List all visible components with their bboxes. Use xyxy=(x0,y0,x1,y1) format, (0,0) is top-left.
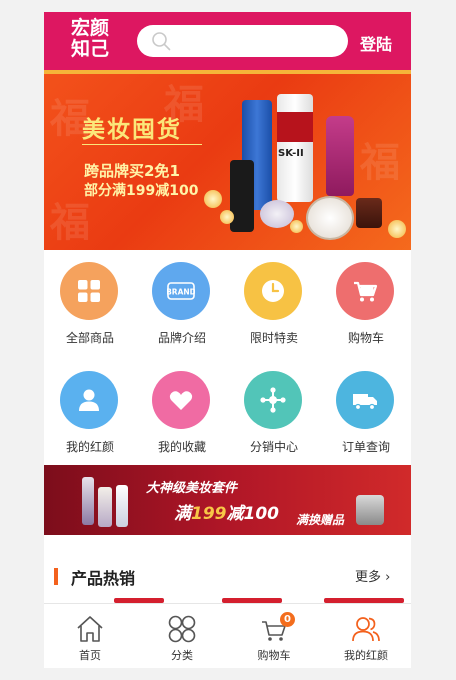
brand-icon-text: BRAND xyxy=(167,288,195,297)
category-label: 限时特卖 xyxy=(249,331,298,345)
hot-products-header: 产品热销 更多 › xyxy=(44,560,411,590)
user-icon xyxy=(60,371,118,429)
section-accent-bar xyxy=(54,568,58,585)
cosmetic-jar xyxy=(356,198,382,228)
search-icon xyxy=(152,32,171,51)
category-label: 我的红颜 xyxy=(65,440,114,454)
cosmetic-bottle-sk2: SK-II xyxy=(277,94,313,202)
tab-home[interactable]: 首页 xyxy=(44,604,136,668)
flower-decoration xyxy=(388,220,406,238)
category-all-products[interactable]: 全部商品 xyxy=(44,250,136,359)
cart-badge: 0 xyxy=(280,612,295,627)
promo-offer: 满199减100 xyxy=(174,499,279,524)
cosmetic-bottle-pink xyxy=(326,116,354,196)
category-label: 品牌介绍 xyxy=(157,331,206,345)
category-cart[interactable]: 购物车 xyxy=(320,250,411,359)
logo[interactable]: 宏颜 知己 xyxy=(64,18,116,64)
truck-icon xyxy=(336,371,394,429)
more-link[interactable]: 更多 › xyxy=(355,566,390,585)
brand-icon: BRAND xyxy=(152,262,210,320)
category-icon xyxy=(168,615,196,643)
cosmetic-bottle-black xyxy=(230,160,254,232)
promo-bottle xyxy=(98,487,112,527)
flower-decoration xyxy=(290,220,303,233)
header: 宏颜 知己 登陆 xyxy=(44,12,411,70)
banner-pattern: 福 xyxy=(360,140,400,186)
banner-line-1: 跨品牌买2免1 xyxy=(84,162,180,180)
search-input[interactable] xyxy=(137,25,348,57)
tab-label: 我的红颜 xyxy=(344,649,388,662)
promo-banner[interactable]: 大神级美妆套件 满199减100 满换赠品 xyxy=(44,465,411,535)
category-label: 订单查询 xyxy=(341,440,390,454)
promo-offer-suffix: 减100 xyxy=(226,504,280,524)
heart-icon xyxy=(152,371,210,429)
promo-offer-number: 199 xyxy=(191,504,227,524)
category-distribution[interactable]: 分销中心 xyxy=(228,359,320,468)
grid-icon xyxy=(60,262,118,320)
clock-icon xyxy=(244,262,302,320)
category-label: 购物车 xyxy=(347,331,384,345)
category-brand-intro[interactable]: BRAND 品牌介绍 xyxy=(136,250,228,359)
category-label: 分销中心 xyxy=(249,440,298,454)
sk2-label: SK-II xyxy=(278,148,304,159)
tab-my-profile[interactable]: 我的红颜 xyxy=(320,604,411,668)
tab-label: 首页 xyxy=(79,649,101,662)
category-flash-sale[interactable]: 限时特卖 xyxy=(228,250,320,359)
cart-icon xyxy=(336,262,394,320)
tab-label: 分类 xyxy=(171,649,193,662)
tab-category[interactable]: 分类 xyxy=(136,604,228,668)
promo-gift: 满换赠品 xyxy=(296,513,345,527)
banner-title: 美妆囤货 xyxy=(82,116,182,143)
user-icon xyxy=(352,617,380,642)
login-button[interactable]: 登陆 xyxy=(360,31,392,55)
share-icon xyxy=(244,371,302,429)
banner-top-border xyxy=(44,70,411,74)
app-screen: 宏颜 知己 登陆 福 福 福 福 美妆囤货 跨品牌买2免1 部分满199减100… xyxy=(44,12,411,668)
bottom-tab-bar: 首页 分类 0 购物车 我的红颜 xyxy=(44,603,411,668)
promo-bottle xyxy=(116,485,128,527)
banner-divider xyxy=(82,144,202,145)
category-label: 全部商品 xyxy=(65,331,114,345)
promo-jar xyxy=(356,495,384,525)
category-label: 我的收藏 xyxy=(157,440,206,454)
tab-label: 购物车 xyxy=(257,649,291,662)
banner-line-2: 部分满199减100 xyxy=(84,183,199,199)
tab-cart[interactable]: 0 购物车 xyxy=(228,604,320,668)
flower-decoration xyxy=(220,210,234,224)
category-my-profile[interactable]: 我的红颜 xyxy=(44,359,136,468)
cosmetic-compact xyxy=(260,200,294,228)
logo-line-1: 宏颜 xyxy=(70,17,109,39)
promo-title: 大神级美妆套件 xyxy=(146,481,238,496)
home-icon xyxy=(77,616,103,642)
flower-decoration xyxy=(204,190,222,208)
section-title: 产品热销 xyxy=(71,569,136,588)
hero-banner[interactable]: 福 福 福 福 美妆囤货 跨品牌买2免1 部分满199减100 SK-II xyxy=(44,70,411,250)
cosmetic-cushion xyxy=(306,196,354,240)
category-order-query[interactable]: 订单查询 xyxy=(320,359,411,468)
category-grid: 全部商品 BRAND 品牌介绍 限时特卖 购物车 我的红颜 我的收藏 分销中心 … xyxy=(44,250,411,468)
promo-bottle xyxy=(82,477,94,525)
promo-offer-prefix: 满 xyxy=(174,504,191,524)
logo-line-2: 知己 xyxy=(70,38,109,60)
category-favorites[interactable]: 我的收藏 xyxy=(136,359,228,468)
